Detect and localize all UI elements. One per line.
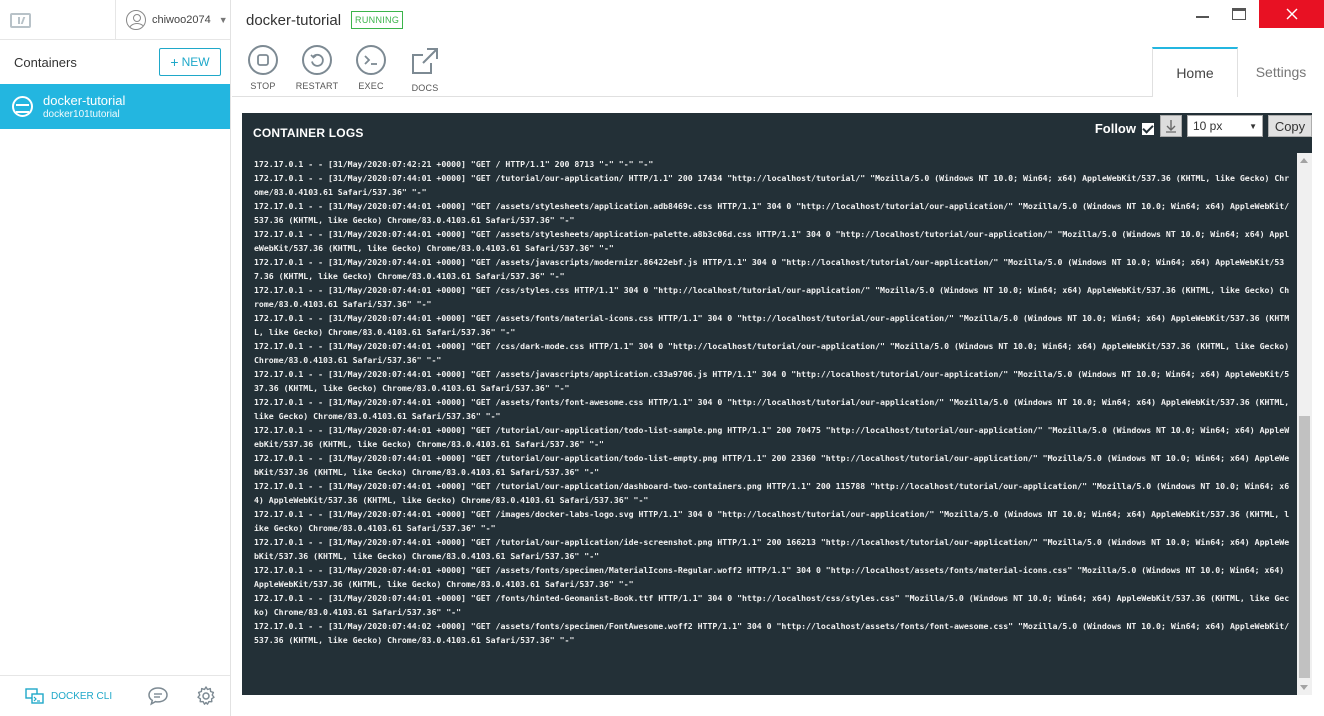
user-menu[interactable]: chiwoo2074 ▼ (115, 0, 231, 40)
new-button-label: NEW (181, 55, 210, 69)
container-logs-panel: CONTAINER LOGS Follow 10 px ▼ Copy 172.1… (242, 113, 1312, 695)
exec-label: EXEC (358, 81, 384, 91)
container-item-text: docker-tutorial docker101tutorial (43, 93, 125, 121)
container-item-docker-tutorial[interactable]: docker-tutorial docker101tutorial (0, 84, 230, 129)
stop-icon (248, 45, 278, 75)
sidebar-top-bar: chiwoo2074 ▼ (0, 0, 230, 40)
download-logs-button[interactable] (1160, 115, 1182, 137)
chevron-down-icon: ▼ (218, 15, 228, 25)
container-toolbar: STOP RESTART EXEC DOCS (244, 45, 444, 93)
tab-home[interactable]: Home (1152, 47, 1238, 97)
exec-button[interactable]: EXEC (352, 45, 390, 93)
scroll-down-icon[interactable] (1300, 685, 1308, 690)
scrollbar-thumb[interactable] (1299, 416, 1310, 678)
window-controls (1186, 0, 1324, 28)
external-link-icon (412, 48, 438, 74)
tab-bar: Home Settings (1152, 47, 1324, 97)
tab-settings[interactable]: Settings (1238, 47, 1324, 97)
terminal-icon (356, 45, 386, 75)
scroll-up-icon[interactable] (1300, 158, 1308, 163)
restart-icon (302, 45, 332, 75)
log-scrollbar[interactable] (1297, 153, 1312, 695)
logs-header: CONTAINER LOGS Follow 10 px ▼ Copy (242, 113, 1312, 153)
log-output: 172.17.0.1 - - [31/May/2020:07:42:21 +00… (242, 153, 1312, 695)
container-item-name: docker-tutorial (43, 92, 126, 108)
sidebar: chiwoo2074 ▼ Containers + NEW docker-tut… (0, 0, 231, 716)
chat-button[interactable] (134, 676, 182, 716)
docs-button[interactable]: DOCS (406, 45, 444, 93)
settings-button[interactable] (182, 676, 230, 716)
status-badge: RUNNING (351, 11, 404, 29)
follow-label: Follow (1094, 121, 1136, 136)
chat-icon (148, 687, 169, 706)
stop-label: STOP (250, 81, 276, 91)
container-item-image: docker101tutorial (43, 108, 120, 120)
download-icon (1166, 120, 1176, 133)
follow-checkbox[interactable] (1142, 123, 1154, 135)
docker-cli-button[interactable]: DOCKER CLI (0, 676, 134, 716)
stop-button[interactable]: STOP (244, 45, 282, 93)
chevron-down-icon: ▼ (1249, 121, 1257, 131)
docker-cli-label: DOCKER CLI (51, 690, 113, 702)
container-title: docker-tutorial (246, 11, 342, 29)
containers-header: Containers + NEW (0, 40, 230, 84)
username: chiwoo2074 (152, 14, 211, 26)
user-icon (126, 10, 146, 30)
minimize-icon (1196, 16, 1209, 18)
container-title-row: docker-tutorial RUNNING (246, 11, 404, 29)
kitematic-logo-icon (10, 13, 31, 28)
maximize-button[interactable] (1219, 0, 1259, 28)
restart-button[interactable]: RESTART (295, 45, 339, 93)
main-panel: docker-tutorial RUNNING STOP RESTART EXE… (232, 0, 1324, 716)
close-button[interactable] (1259, 0, 1324, 28)
gear-icon (197, 686, 215, 705)
sidebar-footer: DOCKER CLI (0, 675, 230, 716)
logs-controls: Follow 10 px ▼ Copy (1095, 113, 1312, 153)
new-container-button[interactable]: + NEW (159, 48, 221, 76)
containers-title: Containers (14, 54, 77, 70)
restart-label: RESTART (295, 81, 339, 91)
font-size-select[interactable]: 10 px ▼ (1187, 115, 1263, 137)
plus-icon: + (170, 54, 179, 70)
tabs-divider (232, 96, 1152, 97)
font-size-value: 10 px (1193, 119, 1223, 133)
docs-label: DOCS (411, 83, 439, 93)
log-text: 172.17.0.1 - - [31/May/2020:07:42:21 +00… (254, 159, 1290, 645)
container-icon (12, 96, 33, 117)
copy-button[interactable]: Copy (1268, 115, 1312, 137)
logs-title: CONTAINER LOGS (253, 126, 364, 140)
minimize-button[interactable] (1186, 0, 1219, 28)
maximize-icon (1232, 8, 1246, 20)
docker-cli-icon (25, 688, 44, 704)
close-icon (1286, 8, 1297, 20)
